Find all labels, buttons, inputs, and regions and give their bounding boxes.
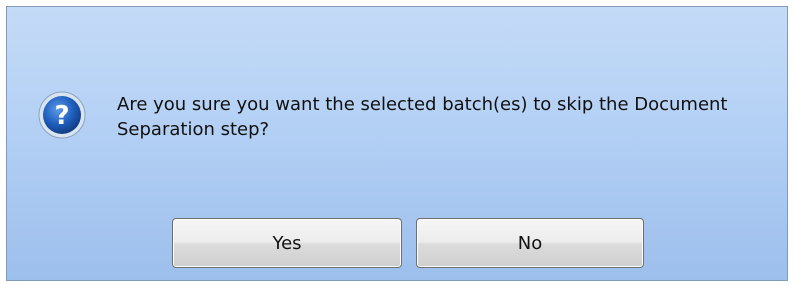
yes-button[interactable]: Yes — [172, 218, 402, 268]
svg-text:?: ? — [54, 101, 69, 131]
confirmation-dialog: ? Are you sure you want the selected bat… — [6, 6, 788, 281]
dialog-message: Are you sure you want the selected batch… — [117, 94, 728, 140]
question-icon: ? — [38, 91, 86, 139]
no-button[interactable]: No — [416, 218, 644, 268]
